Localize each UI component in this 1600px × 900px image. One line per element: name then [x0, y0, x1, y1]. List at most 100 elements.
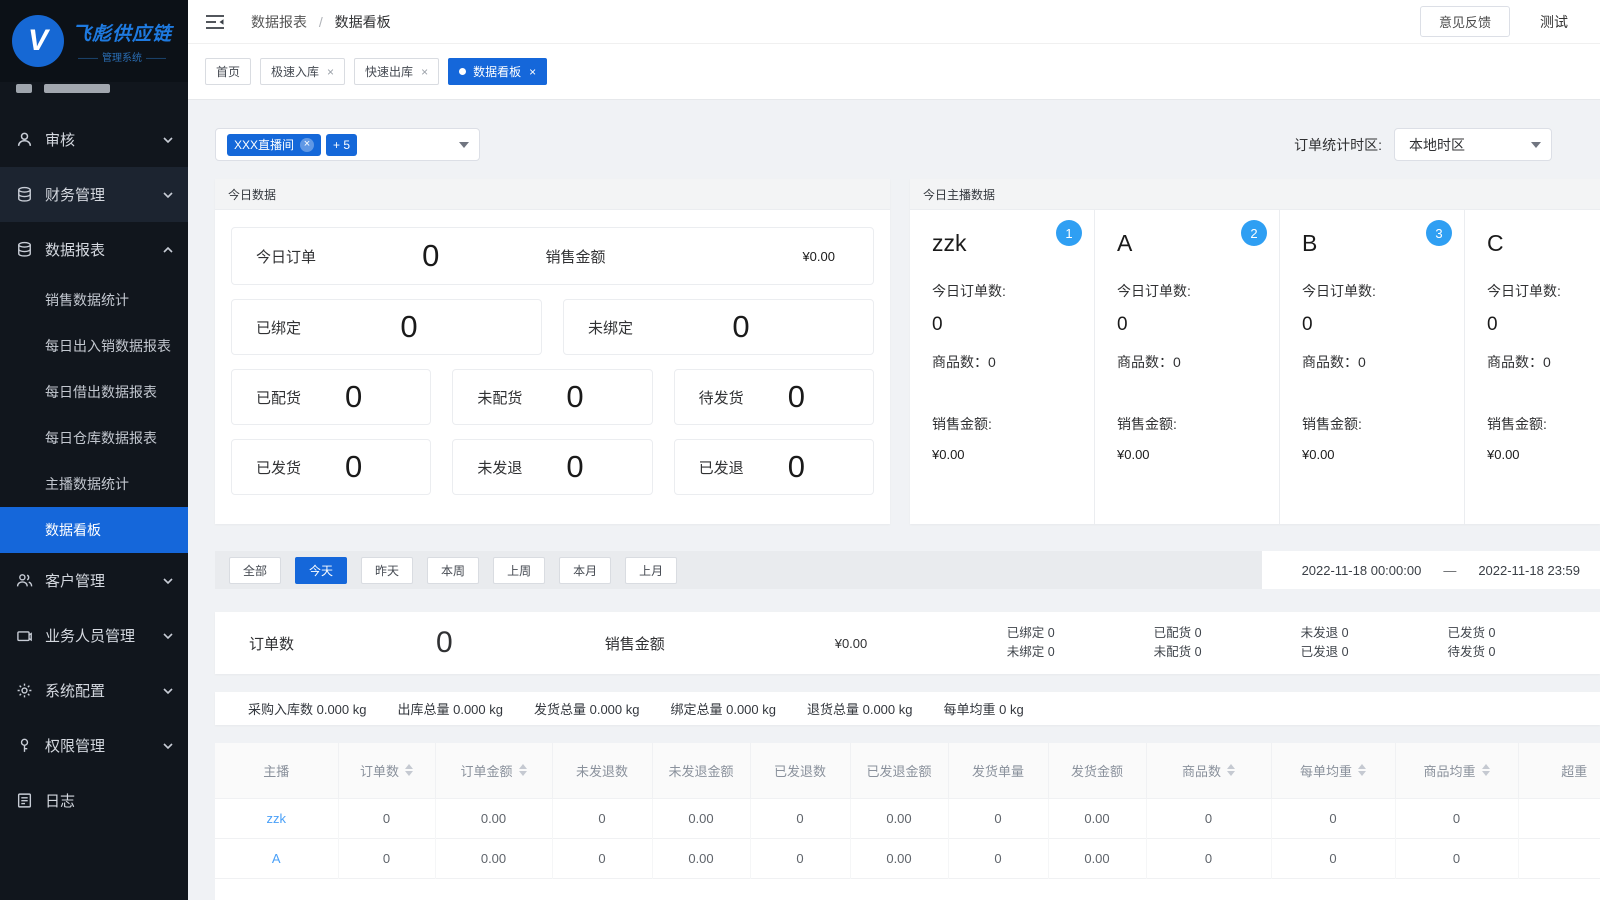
sidebar-item-audit[interactable]: 审核	[0, 112, 188, 167]
user-name[interactable]: 测试	[1540, 12, 1600, 32]
sidebar-item-daily-inout[interactable]: 每日出入销数据报表	[0, 323, 188, 369]
sidebar-item-sales-stats[interactable]: 销售数据统计	[0, 277, 188, 323]
metric-avg-weight: 每单均重 0 kg	[944, 699, 1024, 718]
col-goods[interactable]: 商品数	[1146, 743, 1271, 798]
chevron-down-icon	[459, 142, 469, 148]
brand-title: 飞彪供应链	[72, 19, 172, 46]
brand: V 飞彪供应链 管理系统	[0, 0, 188, 82]
feedback-button[interactable]: 意见反馈	[1420, 6, 1510, 37]
col-overweight: 超重	[1518, 743, 1600, 798]
bound-box: 已绑定0	[231, 299, 542, 355]
range-thisweek-button[interactable]: 本周	[427, 557, 479, 584]
date-start: 2022-11-18 00:00:00	[1302, 563, 1422, 578]
range-lastmonth-button[interactable]: 上月	[625, 557, 677, 584]
collapse-sidebar-icon[interactable]	[205, 14, 225, 30]
gear-icon	[16, 682, 33, 699]
streamers-card-title: 今日主播数据	[910, 179, 1600, 210]
tab-fast-outbound[interactable]: 快速出库×	[354, 58, 439, 85]
unallocated-box: 未配货0	[452, 369, 652, 425]
chevron-down-icon	[162, 189, 174, 201]
range-all-button[interactable]: 全部	[229, 557, 281, 584]
streamer-column: 2 A 今日订单数: 0 商品数：0 销售金额: ¥0.00	[1095, 210, 1280, 524]
key-icon	[16, 737, 33, 754]
sidebar-item-partial	[0, 82, 188, 112]
chevron-down-icon	[162, 740, 174, 752]
main-content: XXX直播间 × + 5 订单统计时区: 本地时区 今日数据 今日订单 0 销售…	[188, 100, 1600, 900]
rank-badge: 2	[1241, 220, 1267, 246]
streamer-column: 3 B 今日订单数: 0 商品数：0 销售金额: ¥0.00	[1280, 210, 1465, 524]
range-lastweek-button[interactable]: 上周	[493, 557, 545, 584]
sidebar-item-label: 财务管理	[45, 184, 162, 205]
summary-orders-value: 0	[436, 626, 453, 660]
metric-outbound: 出库总量 0.000 kg	[398, 699, 504, 718]
sidebar-item-customers[interactable]: 客户管理	[0, 553, 188, 608]
rank-badge: 1	[1056, 220, 1082, 246]
close-icon[interactable]: ×	[327, 65, 334, 79]
log-icon	[16, 792, 33, 809]
tag-close-icon[interactable]: ×	[300, 138, 314, 152]
today-orders-value: 0	[316, 238, 545, 274]
close-icon[interactable]: ×	[529, 65, 536, 79]
chevron-down-icon	[162, 685, 174, 697]
sidebar-item-reports[interactable]: 数据报表	[0, 222, 188, 277]
sidebar-item-system[interactable]: 系统配置	[0, 663, 188, 718]
briefcase-icon	[16, 627, 33, 644]
tab-home[interactable]: 首页	[205, 58, 251, 85]
to-ship-box: 待发货0	[674, 369, 874, 425]
active-dot-icon	[459, 68, 466, 75]
summary-pair-returned: 未发退 0已发退 0	[1301, 624, 1349, 662]
sidebar-item-label: 系统配置	[45, 680, 162, 701]
col-ship-count: 发货单量	[948, 743, 1048, 798]
sidebar-item-logs[interactable]: 日志	[0, 773, 188, 828]
more-rooms-tag: + 5	[326, 134, 357, 156]
sidebar-item-dashboard[interactable]: 数据看板	[0, 507, 188, 553]
sort-icon[interactable]	[1482, 764, 1490, 776]
topbar: 数据报表 / 数据看板 意见反馈 测试	[188, 0, 1600, 44]
summary-pair-allocated: 已配货 0未配货 0	[1154, 624, 1202, 662]
room-multiselect[interactable]: XXX直播间 × + 5	[215, 128, 480, 161]
tab-fast-inbound[interactable]: 极速入库×	[260, 58, 345, 85]
sidebar-item-finance[interactable]: 财务管理	[0, 167, 188, 222]
timezone-select[interactable]: 本地时区	[1394, 128, 1552, 161]
summary-pair-shipped: 已发货 0待发货 0	[1448, 624, 1496, 662]
summary-orders-label: 订单数	[249, 633, 294, 654]
col-avg-goods-weight[interactable]: 商品均重	[1395, 743, 1518, 798]
range-today-button[interactable]: 今天	[295, 557, 347, 584]
sort-icon[interactable]	[405, 764, 413, 776]
col-unreturned-amount: 未发退金额	[652, 743, 750, 798]
unreturned-box: 未发退0	[452, 439, 652, 495]
breadcrumb-parent: 数据报表	[251, 14, 307, 30]
sidebar-item-permission[interactable]: 权限管理	[0, 718, 188, 773]
sidebar-item-streamer-stats[interactable]: 主播数据统计	[0, 461, 188, 507]
table-row: A 0 0.00 0 0.00 0 0.00 0 0.00 0 0 0	[215, 838, 1600, 878]
range-thismonth-button[interactable]: 本月	[559, 557, 611, 584]
sidebar-item-label: 业务人员管理	[45, 625, 162, 646]
streamer-link[interactable]: A	[215, 838, 338, 878]
sidebar-item-daily-warehouse[interactable]: 每日仓库数据报表	[0, 415, 188, 461]
table-row: zzk 0 0.00 0 0.00 0 0.00 0 0.00 0 0 0	[215, 798, 1600, 838]
col-avg-order-weight[interactable]: 每单均重	[1271, 743, 1395, 798]
col-orders[interactable]: 订单数	[338, 743, 435, 798]
users-icon	[16, 572, 33, 589]
range-yesterday-button[interactable]: 昨天	[361, 557, 413, 584]
col-returned-amount: 已发退金额	[850, 743, 948, 798]
sort-icon[interactable]	[1227, 764, 1235, 776]
unbound-box: 未绑定0	[563, 299, 874, 355]
tab-bar: 首页 极速入库× 快速出库× 数据看板×	[188, 44, 1600, 100]
close-icon[interactable]: ×	[421, 65, 428, 79]
allocated-box: 已配货0	[231, 369, 431, 425]
date-range-bar: 全部 今天 昨天 本周 上周 本月 上月 2022-11-18 00:00:00…	[215, 551, 1600, 589]
coins-icon	[16, 186, 33, 203]
streamer-name: C	[1487, 230, 1600, 257]
table-header-row: 主播 订单数 订单金额 未发退数 未发退金额 已发退数 已发退金额 发货单量 发…	[215, 743, 1600, 798]
sidebar-item-daily-lend[interactable]: 每日借出数据报表	[0, 369, 188, 415]
sort-icon[interactable]	[519, 764, 527, 776]
breadcrumb: 数据报表 / 数据看板	[251, 12, 391, 32]
streamer-link[interactable]: zzk	[215, 798, 338, 838]
sort-icon[interactable]	[1358, 764, 1366, 776]
returned-box: 已发退0	[674, 439, 874, 495]
sidebar-item-staff[interactable]: 业务人员管理	[0, 608, 188, 663]
tab-dashboard[interactable]: 数据看板×	[448, 58, 547, 85]
date-range-picker[interactable]: 2022-11-18 00:00:00 — 2022-11-18 23:59	[1262, 551, 1600, 589]
col-order-amount[interactable]: 订单金额	[435, 743, 552, 798]
